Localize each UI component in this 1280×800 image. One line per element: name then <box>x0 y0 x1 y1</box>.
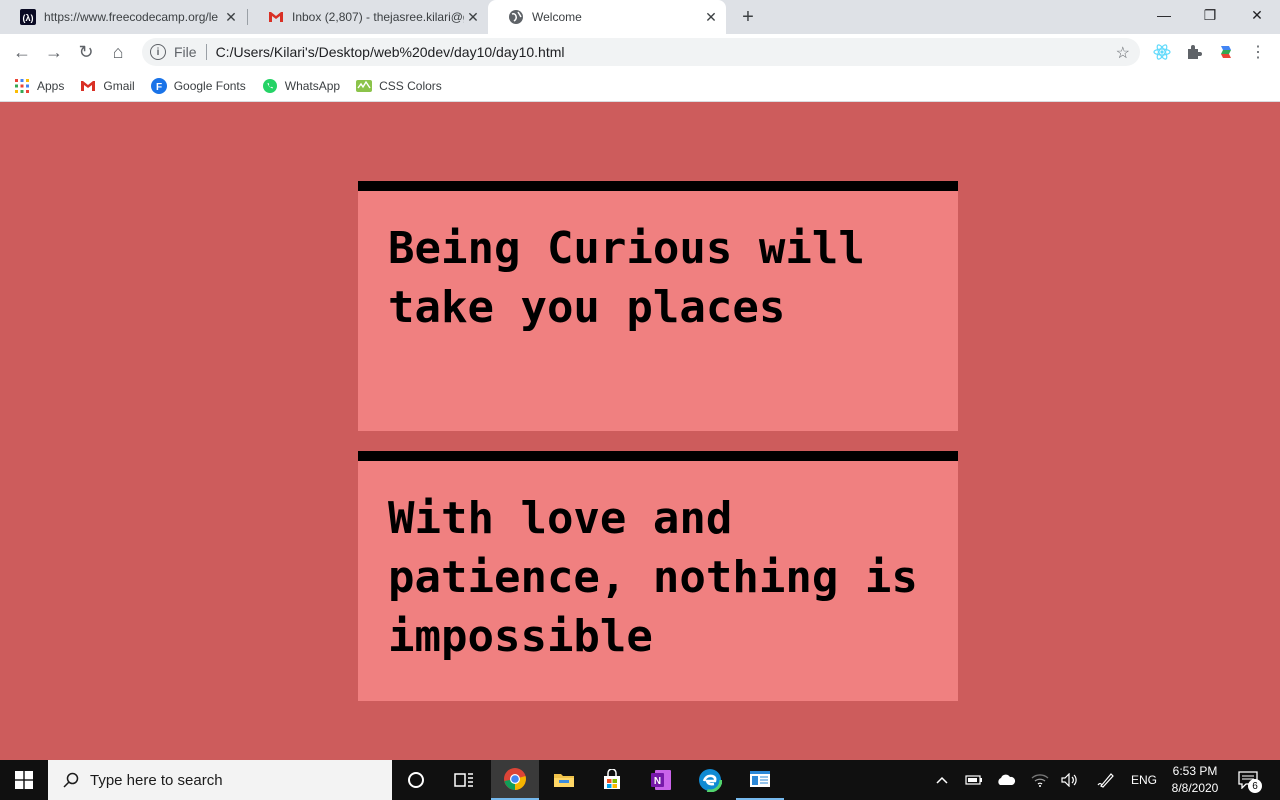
extension-icon[interactable] <box>1216 42 1236 62</box>
bookmark-apps[interactable]: Apps <box>14 78 64 94</box>
bookmark-css-colors[interactable]: CSS Colors <box>356 78 442 94</box>
quote-card: Being Curious will take you places <box>358 181 958 431</box>
restore-button[interactable]: ❐ <box>1187 0 1233 30</box>
start-button[interactable] <box>0 760 48 800</box>
apps-grid-icon <box>14 78 30 94</box>
gmail-icon <box>80 78 96 94</box>
clock-time: 6:53 PM <box>1172 764 1218 778</box>
notification-count-badge: 6 <box>1248 779 1262 793</box>
windows-logo-icon <box>15 771 33 789</box>
onenote-icon[interactable]: N <box>637 760 685 800</box>
store-icon[interactable] <box>588 760 636 800</box>
address-bar[interactable]: i File C:/Users/Kilari's/Desktop/web%20d… <box>142 38 1140 66</box>
search-icon <box>63 772 79 788</box>
globe-icon <box>508 9 524 25</box>
bookmark-label: WhatsApp <box>284 78 341 93</box>
bookmark-label: Gmail <box>103 78 135 93</box>
file-explorer-icon[interactable] <box>540 760 588 800</box>
forward-button[interactable]: → <box>40 38 68 66</box>
info-icon[interactable]: i <box>150 44 166 60</box>
minimize-button[interactable]: — <box>1141 0 1187 30</box>
divider <box>205 44 207 60</box>
quote-text: Being Curious will take you places <box>388 223 865 333</box>
gmail-icon <box>268 9 284 25</box>
svg-text:F: F <box>156 82 162 93</box>
edge-icon[interactable] <box>686 760 734 800</box>
tab-title: Welcome <box>532 10 582 24</box>
react-devtools-icon[interactable] <box>1152 42 1172 62</box>
new-tab-button[interactable]: + <box>736 6 760 28</box>
clock-date: 8/8/2020 <box>1171 781 1219 795</box>
notification-center-icon[interactable]: 6 <box>1236 768 1262 793</box>
task-view-icon[interactable] <box>440 760 488 800</box>
bookmark-label: CSS Colors <box>379 78 442 93</box>
onedrive-icon[interactable] <box>994 760 1018 800</box>
app-window-icon[interactable] <box>736 760 784 800</box>
whatsapp-icon <box>262 78 278 94</box>
volume-icon[interactable] <box>1058 760 1082 800</box>
svg-text:N: N <box>654 776 661 787</box>
tab-gmail[interactable]: Inbox (2,807) - thejasree.kilari@g ✕ <box>248 0 488 34</box>
windows-taskbar: Type here to search N ENG 6:53 PM 8/8/20… <box>0 760 1280 800</box>
quote-text: With love and patience, nothing is impos… <box>388 493 918 662</box>
bookmark-whatsapp[interactable]: WhatsApp <box>262 78 340 94</box>
tab-title: https://www.freecodecamp.org/le <box>44 10 219 24</box>
tab-welcome[interactable]: Welcome ✕ <box>488 0 726 34</box>
bookmark-google-fonts[interactable]: F Google Fonts <box>150 77 246 94</box>
bookmark-gmail[interactable]: Gmail <box>80 78 135 94</box>
puzzle-extensions-icon[interactable] <box>1184 42 1204 62</box>
chevron-up-icon[interactable] <box>930 760 954 800</box>
url-scheme: File <box>174 44 197 60</box>
browser-toolbar: ← → ↻ ⌂ i File C:/Users/Kilari's/Desktop… <box>0 34 1280 70</box>
clock[interactable]: 6:53 PM 8/8/2020 <box>1160 763 1230 797</box>
bookmark-label: Apps <box>37 78 65 93</box>
home-button[interactable]: ⌂ <box>104 38 132 66</box>
tab-strip: (λ) https://www.freecodecamp.org/le ✕ In… <box>0 0 1280 34</box>
bookmark-label: Google Fonts <box>173 78 246 93</box>
tab-title: Inbox (2,807) - thejasree.kilari@g <box>292 10 464 24</box>
bookmarks-bar: Apps Gmail F Google Fonts WhatsApp CSS C… <box>0 70 1280 102</box>
language-indicator[interactable]: ENG <box>1128 760 1160 800</box>
search-placeholder: Type here to search <box>90 771 223 789</box>
wifi-icon[interactable] <box>1028 760 1052 800</box>
battery-icon[interactable] <box>962 760 986 800</box>
menu-button[interactable]: ⋮ <box>1244 38 1272 66</box>
close-icon[interactable]: ✕ <box>464 8 482 26</box>
taskbar-search[interactable]: Type here to search <box>48 760 392 800</box>
cortana-icon[interactable] <box>392 760 440 800</box>
back-button[interactable]: ← <box>8 38 36 66</box>
css-colors-icon <box>356 78 373 94</box>
close-icon[interactable]: ✕ <box>222 8 240 26</box>
freecodecamp-icon: (λ) <box>20 9 36 25</box>
tab-freecodecamp[interactable]: (λ) https://www.freecodecamp.org/le ✕ <box>0 0 246 34</box>
svg-text:(λ): (λ) <box>23 13 34 23</box>
chrome-icon[interactable] <box>491 760 539 800</box>
close-window-button[interactable]: ✕ <box>1234 0 1280 30</box>
quote-card: With love and patience, nothing is impos… <box>358 451 958 701</box>
url-text[interactable]: C:/Users/Kilari's/Desktop/web%20dev/day1… <box>216 44 565 60</box>
reload-button[interactable]: ↻ <box>72 38 100 66</box>
google-fonts-icon: F <box>150 77 167 94</box>
bookmark-star-icon[interactable]: ☆ <box>1116 43 1130 63</box>
pen-icon[interactable] <box>1094 760 1118 800</box>
close-icon[interactable]: ✕ <box>702 8 720 26</box>
